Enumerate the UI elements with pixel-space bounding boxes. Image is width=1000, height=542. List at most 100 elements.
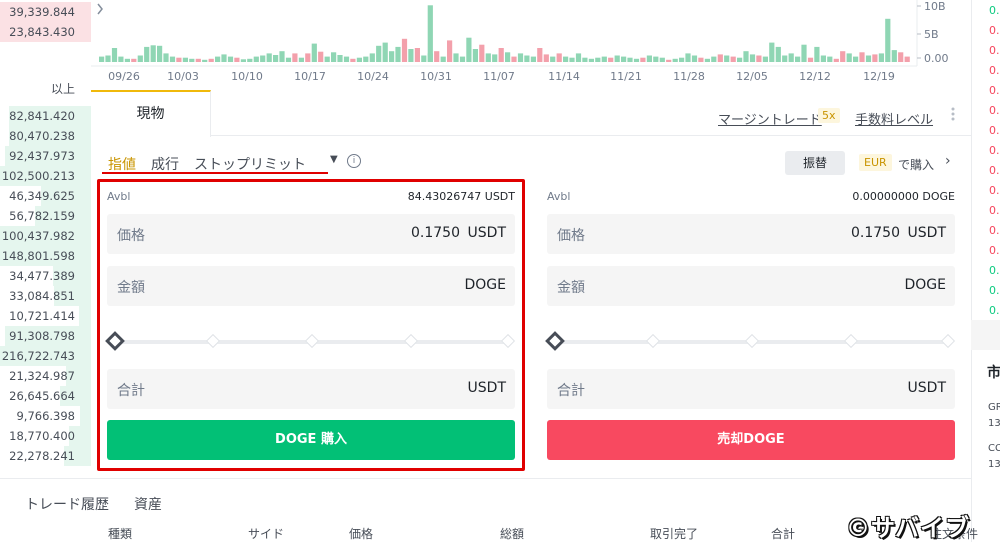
volume-bar — [891, 50, 897, 62]
volume-bar — [131, 58, 137, 62]
sell-doge-button[interactable]: 売却DOGE — [547, 420, 955, 460]
volume-bar — [679, 57, 685, 62]
volume-bar — [614, 55, 620, 62]
tab-trade-history[interactable]: トレード履歴 — [25, 494, 109, 514]
bid-row[interactable]: 10,721.414 — [0, 306, 91, 326]
order-amount: 33,084.851 — [9, 289, 75, 303]
volume-bar — [685, 53, 691, 62]
currency-badge[interactable]: EUR — [859, 154, 892, 171]
sell-amount-field[interactable]: 金額 DOGE — [547, 266, 955, 306]
order-amount: 21,324.987 — [9, 369, 75, 383]
volume-bar — [324, 56, 330, 62]
bid-row[interactable]: 9,766.398 — [0, 406, 91, 426]
trade-price: 0. — [989, 64, 1000, 77]
bid-row[interactable]: 80,470.238 — [0, 126, 91, 146]
volume-bar — [724, 55, 730, 62]
trade-price: 0. — [989, 304, 1000, 317]
volume-bar — [298, 57, 304, 62]
caret-down-icon[interactable]: ▼ — [330, 154, 338, 165]
bid-row[interactable]: 33,084.851 — [0, 286, 91, 306]
volume-chart-svg: 09/26 10/03 10/10 10/17 10/24 10/31 11/07 11/14… — [91, 0, 949, 83]
buy-with-link[interactable]: で購入 — [898, 156, 934, 173]
ask-row[interactable]: 23,843.430 — [0, 22, 91, 42]
volume-bar — [575, 53, 582, 62]
info-icon[interactable]: i — [347, 154, 361, 168]
column-header-side: サイド — [248, 527, 285, 541]
order-type-limit[interactable]: 指値 — [108, 154, 136, 174]
volume-bar — [440, 56, 446, 62]
volume-bar — [846, 53, 852, 62]
x-tick-label: 10/31 — [420, 70, 452, 83]
volume-bar — [827, 56, 833, 62]
transfer-button[interactable]: 振替 — [785, 151, 845, 175]
bid-row[interactable]: 34,477.389 — [0, 266, 91, 286]
volume-bar — [840, 51, 846, 62]
bid-row[interactable]: 82,841.420 — [0, 106, 91, 126]
order-book-more[interactable]: 以上 — [0, 54, 91, 106]
volume-bar — [704, 58, 710, 62]
slider-step-100[interactable] — [940, 333, 956, 349]
chart-collapse-icon[interactable] — [95, 0, 105, 18]
volume-bar — [814, 46, 820, 62]
volume-bar — [195, 58, 201, 62]
sell-avbl-value: 0.00000000 DOGE — [852, 190, 955, 203]
volume-bar — [672, 58, 678, 62]
bid-row[interactable]: 21,324.987 — [0, 366, 91, 386]
bid-row[interactable]: 22,278.241 — [0, 446, 91, 466]
tab-assets[interactable]: 資産 — [134, 494, 162, 514]
chevron-right-icon[interactable]: › — [945, 153, 951, 169]
trade-price: 0. — [989, 44, 1000, 57]
volume-bar — [227, 56, 234, 62]
sell-price-field[interactable]: 価格 0.1750 USDT — [547, 214, 955, 254]
volume-bar — [550, 56, 556, 62]
volume-bar — [157, 45, 163, 62]
order-type-market[interactable]: 成行 — [151, 154, 179, 174]
bid-row[interactable]: 216,722.743 — [0, 346, 91, 366]
bid-row[interactable]: 56,782.159 — [0, 206, 91, 226]
fee-level-link[interactable]: 手数料レベル — [855, 109, 933, 128]
slider-step-25[interactable] — [645, 333, 661, 349]
trade-price: 0. — [989, 224, 1000, 237]
margin-trade-link[interactable]: マージントレード — [718, 109, 822, 128]
slider-step-50[interactable] — [744, 333, 760, 349]
volume-bar — [343, 56, 350, 62]
slider-step-75[interactable] — [843, 333, 859, 349]
sell-total-field[interactable]: 合計 USDT — [547, 369, 955, 409]
bid-row[interactable]: 26,645.664 — [0, 386, 91, 406]
more-vertical-icon[interactable] — [949, 106, 957, 124]
trade-price: 0. — [989, 244, 1000, 257]
bid-row[interactable]: 148,801.598 — [0, 246, 91, 266]
bid-row[interactable]: 18,770.400 — [0, 426, 91, 446]
order-amount: 100,437.982 — [1, 229, 75, 243]
bid-row[interactable]: 92,437.973 — [0, 146, 91, 166]
tab-spot[interactable]: 現物 — [91, 90, 211, 137]
x-tick-label: 11/28 — [673, 70, 705, 83]
sell-price-label: 価格 — [557, 228, 585, 244]
bid-row[interactable]: 100,437.982 — [0, 226, 91, 246]
bid-row[interactable]: 91,308.798 — [0, 326, 91, 346]
order-type-stop-limit[interactable]: ストップリミット — [194, 154, 306, 174]
volume-bar — [337, 55, 343, 62]
order-book-bids: 82,841.420 80,470.238 92,437.973 102,500.21… — [0, 106, 91, 466]
market-line: 13 — [988, 418, 1000, 429]
column-header-sum: 合計 — [771, 527, 796, 541]
volume-bar — [775, 46, 781, 62]
trade-price: 0. — [989, 24, 1000, 37]
volume-bar — [666, 59, 672, 62]
volume-bar — [331, 52, 337, 62]
bid-row[interactable]: 102,500.213 — [0, 166, 91, 186]
volume-bar — [253, 56, 259, 62]
sell-percent-slider[interactable] — [545, 326, 956, 356]
bid-row[interactable]: 46,349.625 — [0, 186, 91, 206]
order-amount: 92,437.973 — [9, 149, 75, 163]
volume-bar — [234, 57, 240, 62]
volume-bar — [569, 57, 575, 62]
slider-handle[interactable] — [545, 331, 565, 351]
volume-bar — [221, 54, 227, 62]
volume-bar — [717, 54, 723, 62]
ask-row[interactable]: 39,339.844 — [0, 2, 91, 22]
column-header-price: 価格 — [349, 527, 374, 541]
volume-bar — [543, 54, 549, 62]
volume-bar — [633, 58, 640, 62]
column-header-total: 総額 — [500, 527, 525, 541]
